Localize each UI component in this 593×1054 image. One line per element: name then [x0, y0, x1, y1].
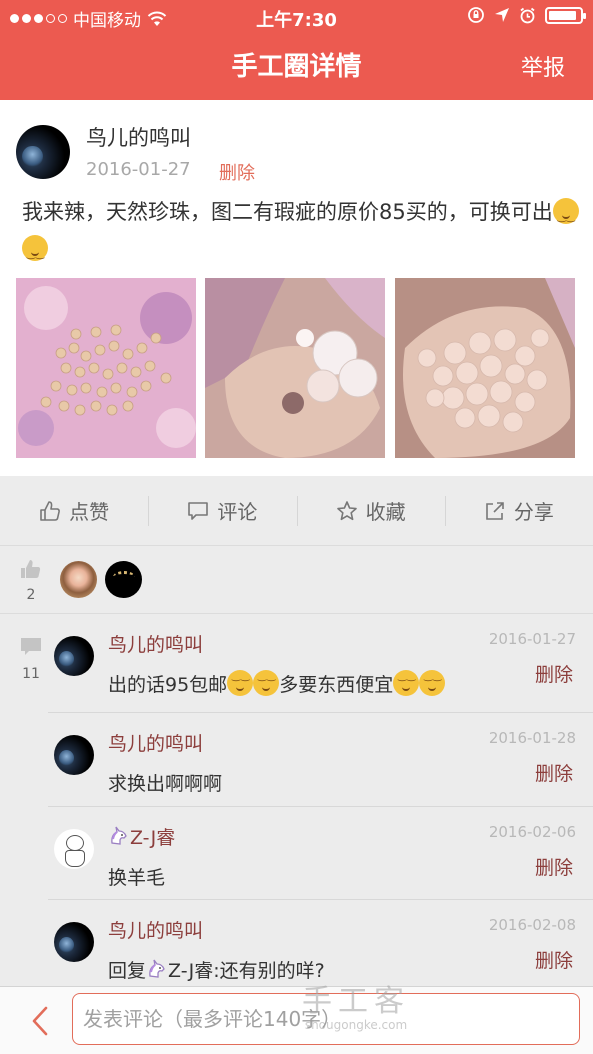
- comment-label: 评论: [217, 500, 258, 524]
- avatar[interactable]: [54, 636, 94, 676]
- comment-input[interactable]: [72, 993, 580, 1045]
- status-right: [467, 6, 586, 24]
- comment-text-part: 多要东西便宜: [279, 674, 394, 696]
- relieved-emoji-icon: [253, 670, 280, 696]
- battery-fill: [549, 10, 576, 20]
- avatar[interactable]: [16, 125, 70, 179]
- post-photo-2[interactable]: [205, 278, 385, 458]
- share-icon: [486, 501, 504, 520]
- alarm-icon: [520, 7, 535, 23]
- share-button[interactable]: 分享: [444, 476, 593, 545]
- comment-date: 2016-01-28: [488, 729, 576, 747]
- unicorn-emoji-icon: [149, 959, 165, 978]
- post-card: 鸟儿的鸣叫 2016-01-27 删除 我来辣，天然珍珠，图二有瑕疵的原价85买…: [0, 100, 593, 476]
- status-bar: 中国移动 上午7:30: [0, 0, 593, 34]
- likes-section: 2: [0, 546, 593, 614]
- like-button[interactable]: 点赞: [0, 476, 148, 545]
- post-text: 我来辣，天然珍珠，图二有瑕疵的原价85买的，可换可出: [22, 194, 580, 273]
- relieved-emoji-icon: [552, 198, 579, 236]
- comment-text: 换羊毛: [108, 867, 166, 889]
- comment-text: 出的话95包邮 多要东西便宜: [108, 670, 446, 697]
- post-delete-button[interactable]: 删除: [219, 159, 255, 185]
- comment-delete-button[interactable]: 删除: [535, 759, 573, 786]
- comment-author[interactable]: 鸟儿的鸣叫: [108, 916, 203, 943]
- likes-count: 2: [26, 587, 36, 603]
- comment-author[interactable]: Z-J睿: [108, 823, 175, 850]
- post-photo-3[interactable]: [395, 278, 575, 458]
- comment-author-name: Z-J睿: [130, 827, 176, 849]
- post-text-body: 我来辣，天然珍珠，图二有瑕疵的原价85买的，可换可出: [22, 200, 553, 224]
- like-label: 点赞: [69, 500, 110, 524]
- reply-text: :还有别的咩?: [213, 960, 325, 982]
- post-author[interactable]: 鸟儿的鸣叫: [86, 122, 191, 152]
- reply-prefix: 回复: [108, 960, 147, 982]
- comment-date: 2016-02-08: [488, 916, 576, 934]
- comment-author[interactable]: 鸟儿的鸣叫: [108, 729, 203, 756]
- thumbs-up-filled-icon: [21, 560, 41, 578]
- relieved-emoji-icon: [227, 670, 254, 696]
- report-button[interactable]: 举报: [521, 50, 565, 82]
- comment-button[interactable]: 评论: [148, 476, 296, 545]
- thumbs-up-icon: [40, 500, 61, 521]
- share-label: 分享: [513, 500, 554, 524]
- back-arrow-icon[interactable]: [28, 1005, 52, 1037]
- page-title: 手工圈详情: [231, 52, 362, 82]
- location-icon: [495, 8, 509, 22]
- comment-filled-icon: [21, 638, 41, 655]
- comment-item: 鸟儿的鸣叫 2016-02-08 回复 Z-J睿:还有别的咩? 删除: [48, 900, 593, 986]
- comment-date: 2016-01-27: [488, 630, 576, 648]
- post-date: 2016-01-27: [86, 159, 191, 180]
- comment-item: 鸟儿的鸣叫 2016-01-27 出的话95包邮 多要东西便宜 删除: [48, 614, 593, 713]
- battery-icon: [545, 6, 586, 24]
- liker-avatar[interactable]: [60, 561, 97, 598]
- star-icon: [336, 500, 357, 520]
- relieved-emoji-icon: [22, 235, 48, 273]
- reply-user: Z-J睿: [168, 960, 214, 982]
- favorite-button[interactable]: 收藏: [296, 476, 445, 545]
- comments-section: 11 鸟儿的鸣叫 2016-01-27 出的话95包邮 多要东西便宜 删除 鸟儿的…: [0, 614, 593, 986]
- post-photo-1[interactable]: [16, 278, 196, 458]
- comment-author[interactable]: 鸟儿的鸣叫: [108, 630, 203, 657]
- relieved-emoji-icon: [393, 670, 420, 696]
- comment-delete-button[interactable]: 删除: [535, 946, 573, 973]
- comments-count: 11: [22, 666, 40, 682]
- comment-text-part: 出的话95包邮: [108, 674, 228, 696]
- favorite-label: 收藏: [365, 500, 406, 524]
- relieved-emoji-icon: [419, 670, 446, 696]
- liker-avatar[interactable]: [105, 561, 142, 598]
- unicorn-emoji-icon: [111, 826, 127, 845]
- comment-delete-button[interactable]: 删除: [535, 853, 573, 880]
- rotation-lock-icon: [468, 7, 484, 23]
- avatar[interactable]: [54, 829, 94, 869]
- comment-text: 求换出啊啊啊: [108, 773, 223, 795]
- comment-date: 2016-02-06: [488, 823, 576, 841]
- comment-item: Z-J睿 2016-02-06 换羊毛 删除: [48, 807, 593, 900]
- comment-icon: [188, 501, 209, 520]
- avatar[interactable]: [54, 735, 94, 775]
- top-bar: 中国移动 上午7:30 手工圈详情 举报: [0, 0, 593, 100]
- comment-delete-button[interactable]: 删除: [535, 660, 573, 687]
- bottom-bar: [0, 986, 593, 1054]
- action-bar: 点赞 评论 收藏 分享: [0, 476, 593, 546]
- comment-text: 回复 Z-J睿:还有别的咩?: [108, 956, 325, 983]
- avatar[interactable]: [54, 922, 94, 962]
- comment-item: 鸟儿的鸣叫 2016-01-28 求换出啊啊啊 删除: [48, 713, 593, 807]
